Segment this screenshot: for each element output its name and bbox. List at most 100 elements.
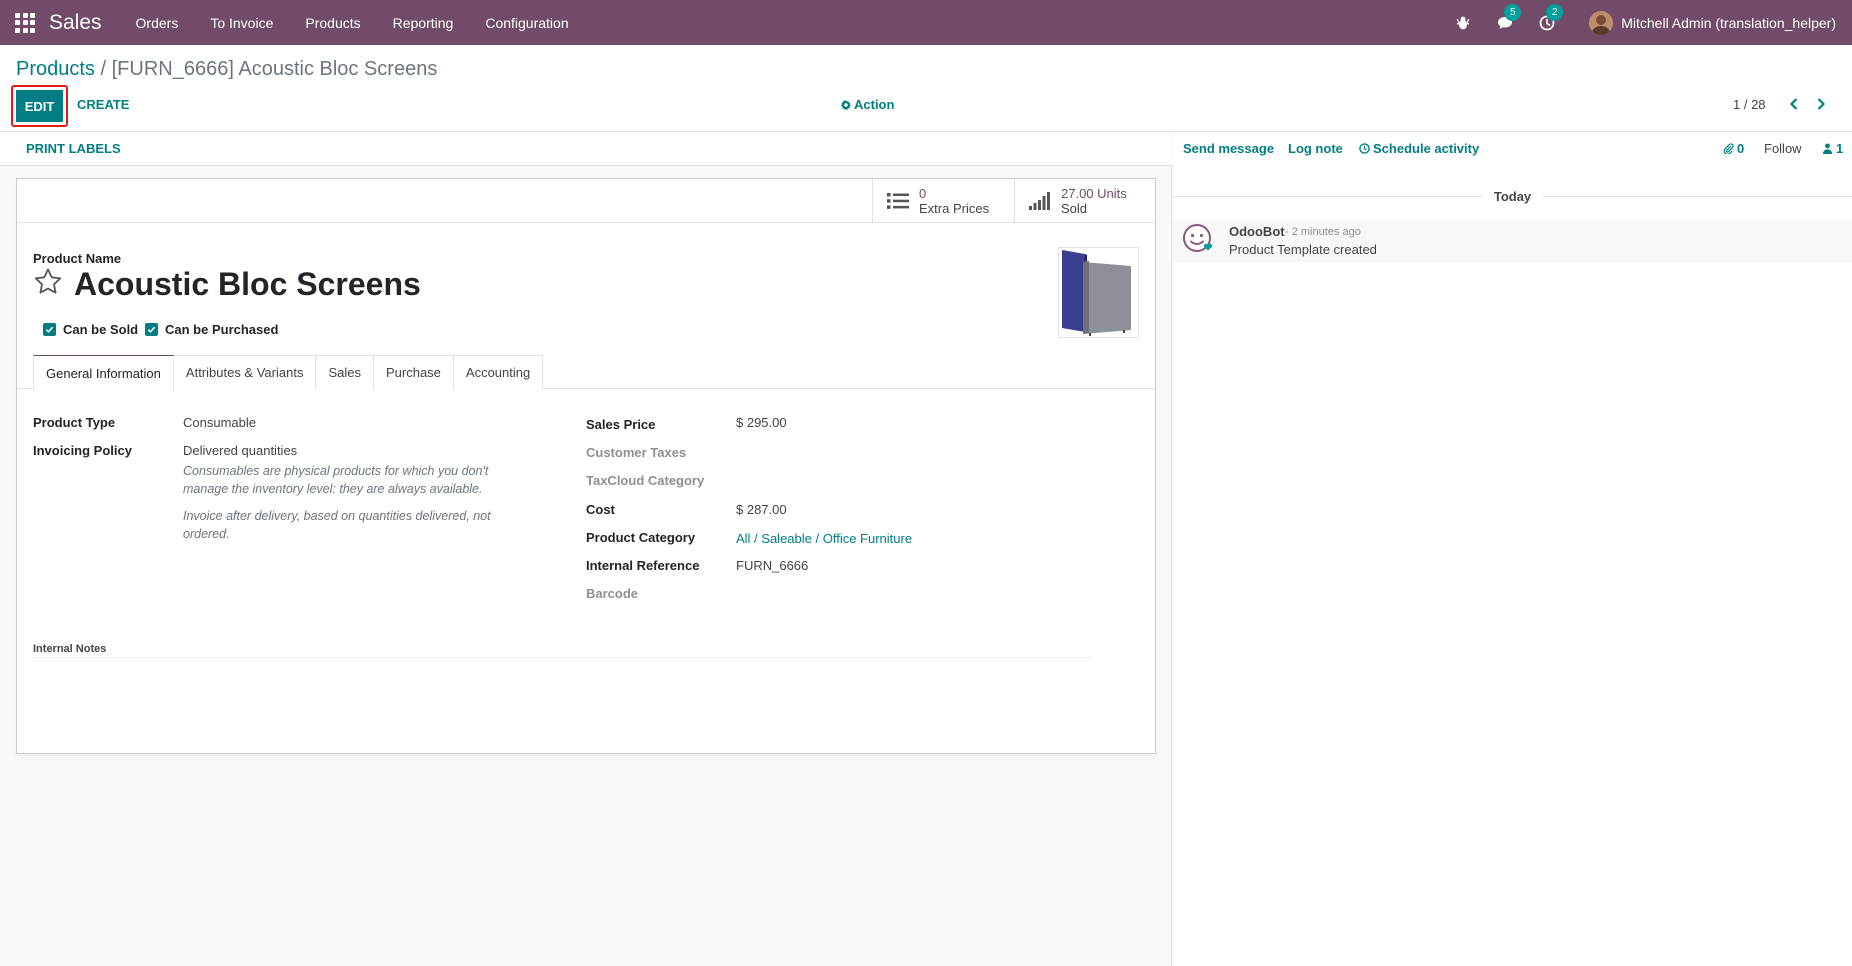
menu-reporting[interactable]: Reporting (377, 15, 470, 31)
form-statusbar: PRINT LABELS (0, 132, 1172, 166)
print-labels-button[interactable]: PRINT LABELS (26, 141, 121, 156)
menu-orders[interactable]: Orders (120, 15, 195, 31)
breadcrumb: Products / [FURN_6666] Acoustic Bloc Scr… (16, 58, 437, 81)
apps-menu-icon[interactable] (14, 12, 36, 34)
log-note-button[interactable]: Log note (1288, 141, 1343, 156)
followers-count: 1 (1836, 141, 1844, 156)
acoustic-screen-image (1062, 250, 1131, 336)
list-icon (887, 192, 909, 209)
checkbox-checked-icon (43, 323, 56, 336)
message-time: - 2 minutes ago (1285, 226, 1361, 238)
invoicing-policy-value[interactable]: Delivered quantities (183, 443, 297, 458)
action-dropdown[interactable]: Action (841, 97, 894, 112)
breadcrumb-products-link[interactable]: Products (16, 58, 95, 80)
product-image[interactable] (1058, 247, 1139, 338)
tab-general-information[interactable]: General Information (33, 355, 174, 390)
edit-button[interactable]: EDIT (16, 90, 63, 122)
product-category-label: Product Category (586, 530, 696, 545)
breadcrumb-separator: / (100, 58, 107, 80)
message-author[interactable]: OdooBot (1229, 224, 1285, 239)
product-category-link[interactable]: All / Saleable / Office Furniture (736, 531, 912, 546)
checkbox-checked-icon (145, 323, 158, 336)
chatter-panel: Send message Log note Schedule activity … (1173, 132, 1852, 966)
message-body: Product Template created (1229, 242, 1377, 257)
top-navbar: Sales Orders To Invoice Products Reporti… (0, 0, 1852, 45)
breadcrumb-current: [FURN_6666] Acoustic Bloc Screens (111, 58, 438, 80)
internal-notes-field[interactable] (33, 657, 1093, 658)
paperclip-icon (1723, 143, 1734, 154)
pager-previous-button[interactable] (1785, 95, 1803, 113)
internal-notes-label: Internal Notes (33, 643, 107, 655)
signal-bars-icon (1029, 191, 1050, 210)
taxcloud-category-label: TaxCloud Category (586, 473, 705, 488)
schedule-activity-button[interactable]: Schedule activity (1359, 141, 1479, 156)
activities-clock-icon[interactable]: 2 (1537, 3, 1564, 33)
create-button[interactable]: CREATE (77, 97, 129, 112)
tab-attributes-variants[interactable]: Attributes & Variants (172, 355, 317, 389)
form-view: PRINT LABELS 0 Extra Prices 27.00 Units … (0, 132, 1172, 966)
app-name[interactable]: Sales (49, 11, 102, 35)
tab-accounting[interactable]: Accounting (452, 355, 544, 389)
odoobot-avatar-icon (1183, 224, 1213, 252)
units-sold-value: 27.00 Units (1061, 185, 1127, 201)
followers-button[interactable]: 1 (1822, 141, 1843, 156)
product-name-label: Product Name (33, 251, 122, 266)
messages-badge: 5 (1504, 3, 1522, 21)
pager-next-button[interactable] (1812, 95, 1830, 113)
chatter-topbar: Send message Log note Schedule activity … (1173, 132, 1852, 166)
send-message-button[interactable]: Send message (1183, 141, 1274, 156)
extra-prices-label: Extra Prices (919, 200, 990, 216)
notebook-tabs: General Information Attributes & Variant… (33, 355, 544, 390)
barcode-label: Barcode (586, 586, 639, 601)
chevron-left-icon (1789, 98, 1798, 110)
product-name: Acoustic Bloc Screens (74, 266, 421, 302)
can-be-purchased-label: Can be Purchased (165, 322, 279, 337)
consumable-help-text: Consumables are physical products for wh… (183, 464, 489, 496)
cost-label: Cost (586, 502, 615, 517)
date-separator: Today (1173, 186, 1852, 206)
attachments-count: 0 (1737, 141, 1745, 156)
attachments-button[interactable]: 0 (1723, 141, 1744, 156)
can-be-purchased-checkbox[interactable]: Can be Purchased (145, 322, 278, 337)
product-type-value[interactable]: Consumable (183, 415, 256, 430)
chevron-right-icon (1817, 98, 1826, 110)
form-sheet: 0 Extra Prices 27.00 Units Sold Product … (16, 178, 1156, 754)
activities-badge: 2 (1546, 3, 1564, 21)
debug-bug-icon[interactable] (1453, 13, 1473, 33)
tab-sales[interactable]: Sales (315, 355, 374, 389)
menu-configuration[interactable]: Configuration (469, 15, 584, 31)
customer-taxes-label: Customer Taxes (586, 445, 687, 460)
clock-icon (1359, 143, 1370, 154)
tab-purchase[interactable]: Purchase (372, 355, 454, 389)
chatter-message: OdooBot - 2 minutes ago Product Template… (1173, 220, 1852, 262)
schedule-activity-label: Schedule activity (1373, 141, 1480, 156)
smart-button-box: 0 Extra Prices 27.00 Units Sold (17, 179, 1155, 223)
pager-value[interactable]: 1 / 28 (1733, 97, 1766, 112)
invoicing-policy-label: Invoicing Policy (33, 443, 132, 458)
product-type-label: Product Type (33, 415, 116, 430)
internal-reference-value[interactable]: FURN_6666 (736, 558, 808, 573)
messages-icon[interactable]: 5 (1495, 3, 1522, 33)
cost-value[interactable]: $ 287.00 (736, 502, 787, 517)
sales-price-value[interactable]: $ 295.00 (736, 415, 787, 430)
user-avatar[interactable] (1589, 10, 1614, 35)
units-sold-button[interactable]: 27.00 Units Sold (1014, 179, 1156, 222)
extra-prices-value: 0 (919, 185, 927, 201)
invoice-help-text: Invoice after delivery, based on quantit… (183, 509, 491, 541)
action-label: Action (854, 97, 895, 112)
menu-to-invoice[interactable]: To Invoice (194, 15, 289, 31)
extra-prices-button[interactable]: 0 Extra Prices (872, 179, 1014, 222)
sales-price-label: Sales Price (586, 417, 656, 432)
date-separator-label: Today (1493, 188, 1532, 204)
units-sold-label: Sold (1061, 200, 1088, 216)
favorite-star-icon[interactable] (33, 267, 63, 297)
user-menu[interactable]: Mitchell Admin (translation_helper) (1621, 15, 1836, 31)
follow-button[interactable]: Follow (1764, 141, 1802, 156)
user-icon (1822, 143, 1833, 154)
can-be-sold-checkbox[interactable]: Can be Sold (43, 322, 138, 337)
gear-icon (841, 99, 851, 110)
menu-products[interactable]: Products (289, 15, 376, 31)
control-panel: Products / [FURN_6666] Acoustic Bloc Scr… (0, 45, 1852, 132)
can-be-sold-label: Can be Sold (63, 322, 139, 337)
internal-reference-label: Internal Reference (586, 558, 700, 573)
